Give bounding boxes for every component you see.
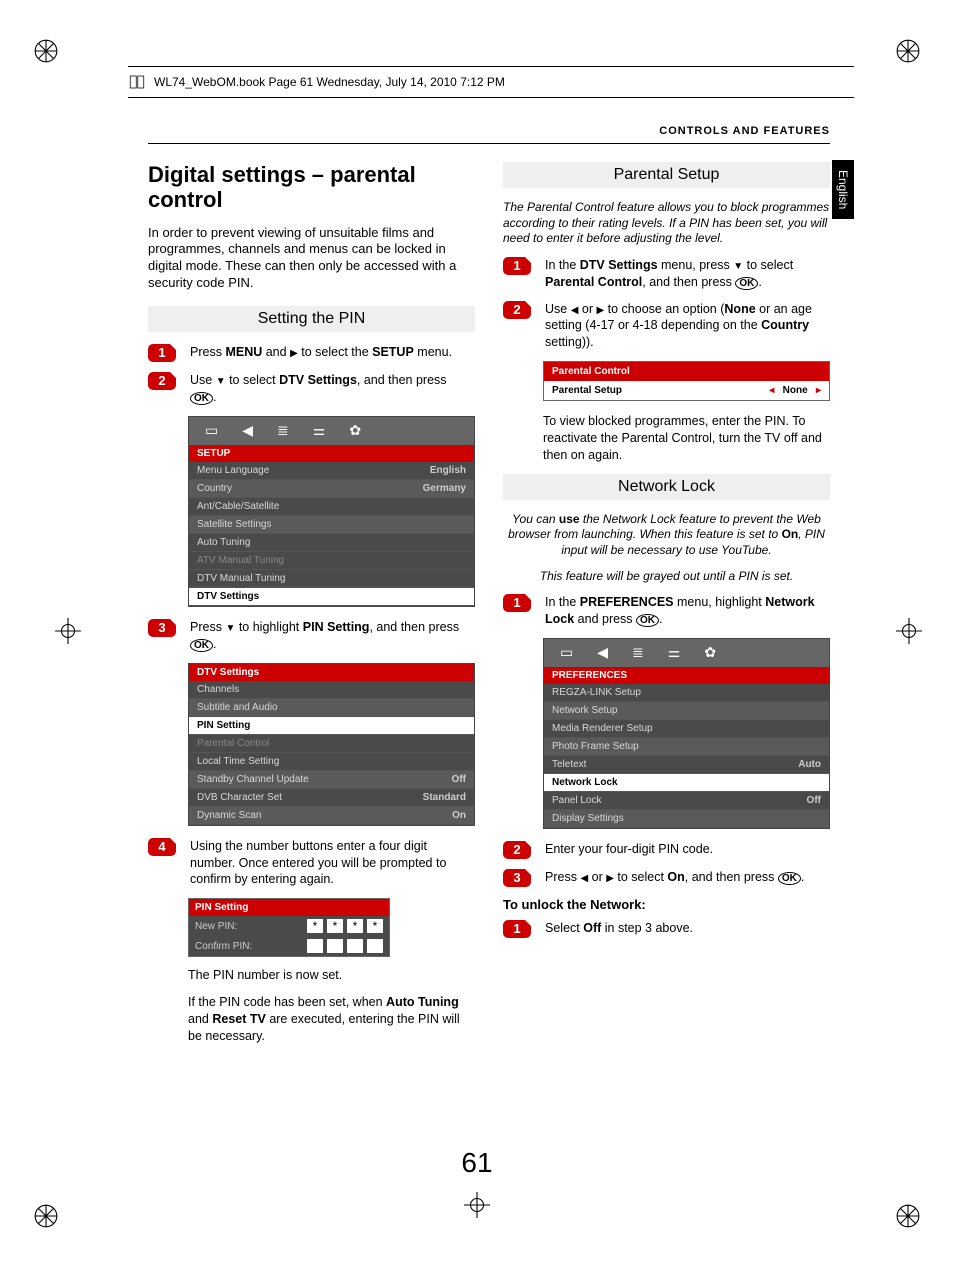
network-step-1: 1 In the PREFERENCES menu, highlight Net… bbox=[503, 594, 830, 628]
left-arrow-icon: ◂ bbox=[769, 385, 774, 396]
right-arrow-icon: ▸ bbox=[816, 385, 821, 396]
osd-preferences-menu: ▭ ◀ ≣ ⚌ ✿ PREFERENCES REGZA-LINK Setup N… bbox=[543, 638, 830, 829]
crop-mark-icon bbox=[33, 38, 59, 64]
network-step-2: 2 Enter your four-digit PIN code. bbox=[503, 841, 830, 859]
gear-tab-icon: ✿ bbox=[349, 422, 361, 439]
step-number-icon: 2 bbox=[503, 841, 531, 859]
parental-step-2: 2 Use ◀ or ▶ to choose an option (None o… bbox=[503, 301, 830, 352]
osd-pin-setting: PIN Setting New PIN: **** Confirm PIN: bbox=[188, 898, 390, 957]
step-1: 1 Press MENU and ▶ to select the SETUP m… bbox=[148, 344, 475, 362]
list-tab-icon: ≣ bbox=[632, 644, 644, 661]
picture-tab-icon: ▭ bbox=[205, 422, 218, 439]
ok-button-icon: OK bbox=[636, 614, 659, 627]
step-number-icon: 1 bbox=[503, 594, 531, 612]
ok-button-icon: OK bbox=[778, 872, 801, 885]
intro-text: In order to prevent viewing of unsuitabl… bbox=[148, 225, 475, 293]
ok-button-icon: OK bbox=[735, 277, 758, 290]
unlock-heading: To unlock the Network: bbox=[503, 897, 830, 912]
italic-intro: You can use the Network Lock feature to … bbox=[503, 512, 830, 559]
note-text: To view blocked programmes, enter the PI… bbox=[543, 413, 830, 464]
right-arrow-icon: ▶ bbox=[290, 348, 298, 359]
down-arrow-icon: ▼ bbox=[225, 623, 235, 634]
crop-mark-icon bbox=[895, 1203, 921, 1229]
osd-dtv-menu: DTV Settings Channels Subtitle and Audio… bbox=[188, 663, 475, 826]
crop-mark-icon bbox=[33, 1203, 59, 1229]
osd-parental-control: Parental Control Parental Setup ◂ None ▸ bbox=[543, 361, 830, 401]
ok-button-icon: OK bbox=[190, 639, 213, 652]
left-column: Digital settings – parental control In o… bbox=[148, 162, 475, 1055]
osd-header: DTV Settings bbox=[189, 664, 474, 681]
left-arrow-icon: ◀ bbox=[580, 873, 588, 884]
step-number-icon: 3 bbox=[148, 619, 176, 637]
note-text: If the PIN code has been set, when Auto … bbox=[188, 994, 475, 1045]
osd-setup-menu: ▭ ◀ ≣ ⚌ ✿ SETUP Menu LanguageEnglish Cou… bbox=[188, 416, 475, 607]
page-title: Digital settings – parental control bbox=[148, 162, 475, 213]
sliders-tab-icon: ⚌ bbox=[668, 644, 681, 661]
step-3: 3 Press ▼ to highlight PIN Setting, and … bbox=[148, 619, 475, 653]
section-heading-parental: Parental Setup bbox=[503, 162, 830, 188]
book-icon bbox=[128, 73, 146, 91]
italic-note: This feature will be grayed out until a … bbox=[503, 569, 830, 585]
unlock-step-1: 1 Select Off in step 3 above. bbox=[503, 920, 830, 938]
printer-header-text: WL74_WebOM.book Page 61 Wednesday, July … bbox=[154, 75, 505, 89]
note-text: The PIN number is now set. bbox=[188, 967, 475, 984]
step-number-icon: 3 bbox=[503, 869, 531, 887]
step-2: 2 Use ▼ to select DTV Settings, and then… bbox=[148, 372, 475, 406]
list-tab-icon: ≣ bbox=[277, 422, 289, 439]
down-arrow-icon: ▼ bbox=[216, 376, 226, 387]
sound-tab-icon: ◀ bbox=[597, 644, 608, 661]
picture-tab-icon: ▭ bbox=[560, 644, 573, 661]
step-number-icon: 2 bbox=[503, 301, 531, 319]
step-number-icon: 1 bbox=[148, 344, 176, 362]
ok-button-icon: OK bbox=[190, 392, 213, 405]
sound-tab-icon: ◀ bbox=[242, 422, 253, 439]
page-number: 61 bbox=[0, 1147, 954, 1179]
section-heading-pin: Setting the PIN bbox=[148, 306, 475, 332]
network-step-3: 3 Press ◀ or ▶ to select On, and then pr… bbox=[503, 869, 830, 887]
gear-tab-icon: ✿ bbox=[704, 644, 716, 661]
right-column: Parental Setup The Parental Control feat… bbox=[503, 162, 830, 1055]
language-tab: English bbox=[832, 160, 854, 219]
osd-header: PREFERENCES bbox=[544, 667, 829, 684]
sliders-tab-icon: ⚌ bbox=[313, 422, 326, 439]
step-number-icon: 1 bbox=[503, 257, 531, 275]
step-number-icon: 2 bbox=[148, 372, 176, 390]
step-number-icon: 4 bbox=[148, 838, 176, 856]
running-head: CONTROLS AND FEATURES bbox=[148, 125, 830, 144]
down-arrow-icon: ▼ bbox=[733, 261, 743, 272]
printer-header: WL74_WebOM.book Page 61 Wednesday, July … bbox=[128, 66, 854, 98]
registration-icon bbox=[896, 618, 922, 649]
osd-header: SETUP bbox=[189, 445, 474, 462]
step-4: 4 Using the number buttons enter a four … bbox=[148, 838, 475, 889]
parental-step-1: 1 In the DTV Settings menu, press ▼ to s… bbox=[503, 257, 830, 291]
registration-icon bbox=[464, 1192, 490, 1223]
step-number-icon: 1 bbox=[503, 920, 531, 938]
registration-icon bbox=[55, 618, 81, 649]
italic-intro: The Parental Control feature allows you … bbox=[503, 200, 830, 247]
crop-mark-icon bbox=[895, 38, 921, 64]
section-heading-network-lock: Network Lock bbox=[503, 474, 830, 500]
right-arrow-icon: ▶ bbox=[606, 873, 614, 884]
